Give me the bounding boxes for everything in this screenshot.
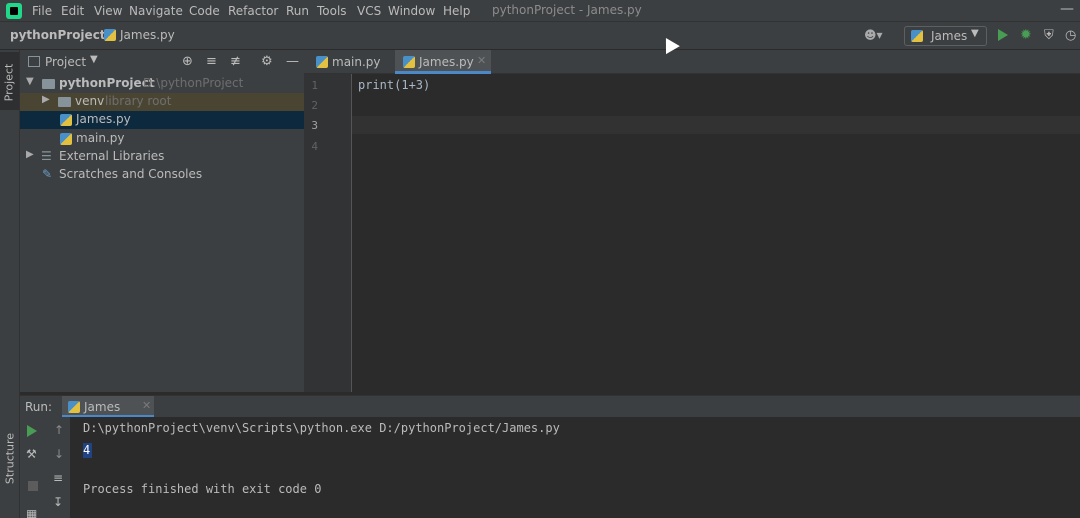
hide-panel-icon[interactable]: — [286,54,299,69]
tree-label-venv: venv [75,94,105,108]
menu-code[interactable]: Code [189,3,220,19]
python-file-icon [911,30,923,42]
tab-label: main.py [332,55,381,69]
tree-item-venv[interactable]: ▶ venv library root [20,93,304,111]
editor-tab-bar: main.py James.py ✕ [304,50,1080,74]
chevron-right-icon[interactable]: ▶ [26,149,34,160]
user-icon[interactable]: ☻▾ [864,28,883,42]
tree-label-scratches: Scratches and Consoles [59,167,203,181]
tree-hint-library-root: library root [105,94,172,108]
tree-item-scratches[interactable]: ✎ Scratches and Consoles [20,166,304,184]
run-panel-header: Run: James ✕ [20,395,1080,418]
breadcrumb-file[interactable]: James.py [120,28,175,42]
chevron-down-icon[interactable]: ▼ [90,54,98,65]
structure-tab-label[interactable]: Structure [4,431,17,487]
python-file-icon [60,114,72,126]
run-config-selector[interactable]: James ▼ [904,26,987,46]
arrow-up-icon[interactable]: ↑ [54,423,64,437]
project-tab-label[interactable]: Project [3,58,16,108]
tree-item-main-py[interactable]: main.py [20,130,304,148]
tree-label-main-py: main.py [76,131,125,145]
run-tab-james[interactable]: James ✕ [62,396,154,418]
chevron-down-icon[interactable]: ▼ [26,76,34,87]
python-file-icon [60,133,72,145]
console-line: Process finished with exit code 0 [83,482,322,496]
menu-tools[interactable]: Tools [317,3,347,19]
python-file-icon [104,29,116,41]
project-panel-header: Project ▼ ⊕ ≡ ≢ ⚙ — [20,51,304,73]
menu-file[interactable]: File [32,3,52,19]
folder-icon [42,79,55,89]
python-file-icon [403,56,415,68]
project-view-icon [28,56,40,67]
tree-item-james-py[interactable]: James.py [20,111,304,129]
profile-icon[interactable]: ◷ [1065,28,1076,43]
layout-icon[interactable]: ▦ [26,507,37,518]
breadcrumb-project[interactable]: pythonProject [10,28,106,42]
line-number: 2 [311,99,318,112]
locate-icon[interactable]: ⊕ [182,54,193,69]
console-output-selected: 4 [83,443,92,458]
chevron-right-icon[interactable]: ▶ [42,94,50,105]
line-number: 3 [311,119,318,132]
chevron-down-icon: ▼ [971,28,979,39]
expand-all-icon[interactable]: ≡ [206,54,217,69]
gear-icon[interactable]: ⚙ [261,54,273,69]
tab-main-py[interactable]: main.py [308,50,394,74]
menu-refactor[interactable]: Refactor [228,3,278,19]
scratches-icon: ✎ [42,167,53,181]
coverage-icon[interactable]: ⛨ [1044,28,1054,43]
tree-item-external-libraries[interactable]: ▶ ☰ External Libraries [20,148,304,166]
library-icon: ☰ [41,149,52,163]
tree-hint-project-path: D:\pythonProject [143,76,244,90]
menu-navigate[interactable]: Navigate [129,3,183,19]
folder-icon [58,97,71,107]
tree-label-james-py: James.py [76,112,131,126]
debug-icon[interactable]: ✹ [1020,27,1032,43]
rerun-icon[interactable] [27,425,37,437]
soft-wrap-icon[interactable]: ≡ [53,471,63,485]
wrench-icon[interactable]: ⚒ [26,447,37,461]
run-icon[interactable] [998,29,1008,41]
menu-bar: File Edit View Navigate Code Refactor Ru… [0,0,1080,22]
window-title: pythonProject - James.py [492,3,642,17]
pycharm-logo-icon [6,3,22,19]
close-icon[interactable]: ✕ [477,54,486,67]
tree-item-project-root[interactable]: ▼ pythonProject D:\pythonProject [20,75,304,93]
line-number: 1 [311,79,318,92]
python-file-icon [316,56,328,68]
navigation-bar: pythonProject James.py ☻▾ James ▼ ✹ ⛨ ◷ [0,22,1080,50]
line-number: 4 [311,140,318,153]
menu-vcs[interactable]: VCS [357,3,381,19]
menu-view[interactable]: View [94,3,122,19]
menu-help[interactable]: Help [443,3,470,19]
tab-james-py[interactable]: James.py ✕ [395,50,491,74]
project-view-selector[interactable]: Project [45,55,86,69]
scroll-to-end-icon[interactable]: ↧ [53,495,63,509]
menu-run[interactable]: Run [286,3,309,19]
stop-icon[interactable] [28,481,38,491]
current-line-highlight [352,116,1080,134]
menu-window[interactable]: Window [388,3,435,19]
menu-edit[interactable]: Edit [61,3,84,19]
minimize-icon[interactable]: — [1060,1,1074,17]
run-config-label: James [931,29,968,43]
code-line[interactable]: print(1+3) [358,78,430,92]
run-tab-label: James [84,400,121,414]
run-toolbar: ↑ ⚒ ↓ ≡ ↧ ▦ [20,417,70,518]
run-panel-label: Run: [25,400,53,414]
close-icon[interactable]: ✕ [142,399,151,412]
tree-label-external-libraries: External Libraries [59,149,165,163]
tab-label: James.py [419,55,474,69]
console-line: D:\pythonProject\venv\Scripts\python.exe… [83,421,560,435]
collapse-all-icon[interactable]: ≢ [230,54,241,69]
python-file-icon [68,401,80,413]
arrow-down-icon[interactable]: ↓ [54,447,64,461]
tree-label-project-root: pythonProject [59,76,155,90]
